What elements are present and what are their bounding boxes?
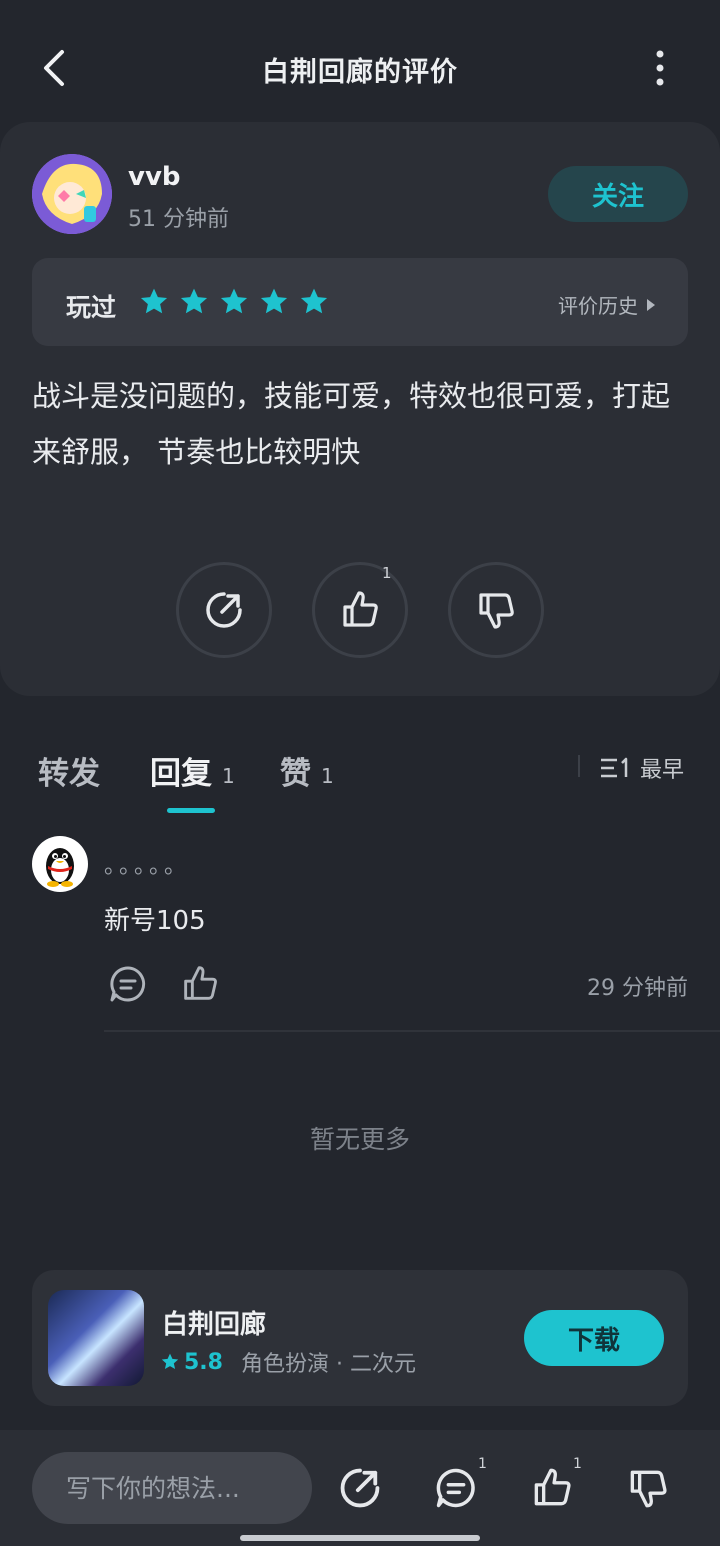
- tab-likes-count: 1: [321, 763, 334, 788]
- game-icon: [48, 1290, 144, 1386]
- author-name[interactable]: vvb: [128, 162, 181, 192]
- home-indicator[interactable]: [240, 1535, 480, 1541]
- reply-time: 29 分钟前: [587, 976, 688, 1001]
- post-time: 51 分钟前: [128, 207, 229, 232]
- comment-icon: [110, 966, 146, 1002]
- follow-button[interactable]: 关注: [548, 166, 688, 222]
- reply-like-button[interactable]: [178, 962, 222, 1006]
- comment-count-badge: 1: [478, 1456, 487, 1472]
- divider: [104, 1030, 720, 1032]
- tab-replies-count: 1: [222, 763, 235, 788]
- review-text: 战斗是没问题的，技能可爱，特效也很可爱，打起来舒服， 节奏也比较明快: [32, 379, 671, 469]
- star-icon: [260, 288, 288, 314]
- sort-divider: [578, 755, 580, 777]
- sort-label: 最早: [640, 758, 685, 783]
- active-tab-indicator: [167, 808, 215, 813]
- penguin-avatar-icon: [46, 848, 74, 887]
- sort-icon: [601, 757, 628, 778]
- game-tags: 角色扮演 · 二次元: [240, 1352, 416, 1377]
- game-name: 白荆回廊: [162, 1310, 267, 1340]
- like-count: 1: [382, 564, 392, 582]
- game-meta: 5.8 角色扮演 · 二次元: [160, 1346, 416, 1378]
- tab-replies[interactable]: 回复 1: [150, 748, 235, 793]
- tab-replies-label: 回复: [150, 756, 212, 792]
- bottom-like-button[interactable]: [528, 1464, 576, 1512]
- play-arrow-icon: [647, 298, 655, 311]
- dislike-button[interactable]: [448, 562, 544, 658]
- avatar-image: [32, 154, 112, 234]
- thumbs-down-icon: [630, 1470, 667, 1508]
- tab-likes-label: 赞: [280, 756, 311, 792]
- tab-forward-label: 转发: [38, 756, 100, 792]
- rating-bar: 玩过 评价历史: [32, 258, 688, 346]
- reply-author-name[interactable]: 。。。。。: [104, 848, 190, 880]
- page-title: 白荆回廊的评价: [262, 57, 458, 88]
- sort-button[interactable]: 最早: [600, 752, 684, 784]
- bottom-share-button[interactable]: [336, 1464, 384, 1512]
- star-icon: [180, 288, 208, 314]
- game-card[interactable]: 白荆回廊 5.8 角色扮演 · 二次元 下载: [32, 1270, 688, 1406]
- tab-forward[interactable]: 转发: [38, 748, 100, 793]
- star-icon: [161, 1353, 179, 1369]
- reply-comment-button[interactable]: [106, 962, 150, 1006]
- tab-likes[interactable]: 赞1: [280, 748, 334, 793]
- thumbs-up-icon: [343, 591, 378, 627]
- played-label: 玩过: [66, 293, 117, 322]
- comment-icon: [436, 1468, 475, 1508]
- more-vertical-icon: [656, 50, 664, 86]
- game-score: 5.8: [184, 1349, 223, 1375]
- review-history-link[interactable]: 评价历史: [558, 290, 656, 319]
- star-icon: [140, 288, 168, 314]
- thumbs-up-icon: [184, 966, 217, 1000]
- star-icon: [300, 288, 328, 314]
- more-button[interactable]: [648, 48, 672, 88]
- thumbs-down-icon: [479, 593, 514, 629]
- share-icon: [206, 592, 242, 628]
- star-rating: [138, 286, 330, 318]
- share-button[interactable]: [176, 562, 272, 658]
- thumbs-up-icon: [534, 1468, 571, 1506]
- share-icon: [340, 1468, 380, 1508]
- review-history-label: 评价历史: [558, 294, 638, 318]
- like-button[interactable]: [312, 562, 408, 658]
- bottom-comment-button[interactable]: [432, 1464, 480, 1512]
- comment-input[interactable]: [32, 1452, 312, 1524]
- bottom-dislike-button[interactable]: [624, 1464, 672, 1512]
- star-icon: [220, 288, 248, 314]
- like-count-badge: 1: [573, 1456, 582, 1472]
- download-button[interactable]: 下载: [524, 1310, 664, 1366]
- no-more-label: 暂无更多: [309, 1125, 410, 1154]
- reply-avatar[interactable]: [32, 836, 88, 892]
- reply-text: 新号105: [104, 906, 206, 936]
- author-avatar[interactable]: [32, 154, 112, 234]
